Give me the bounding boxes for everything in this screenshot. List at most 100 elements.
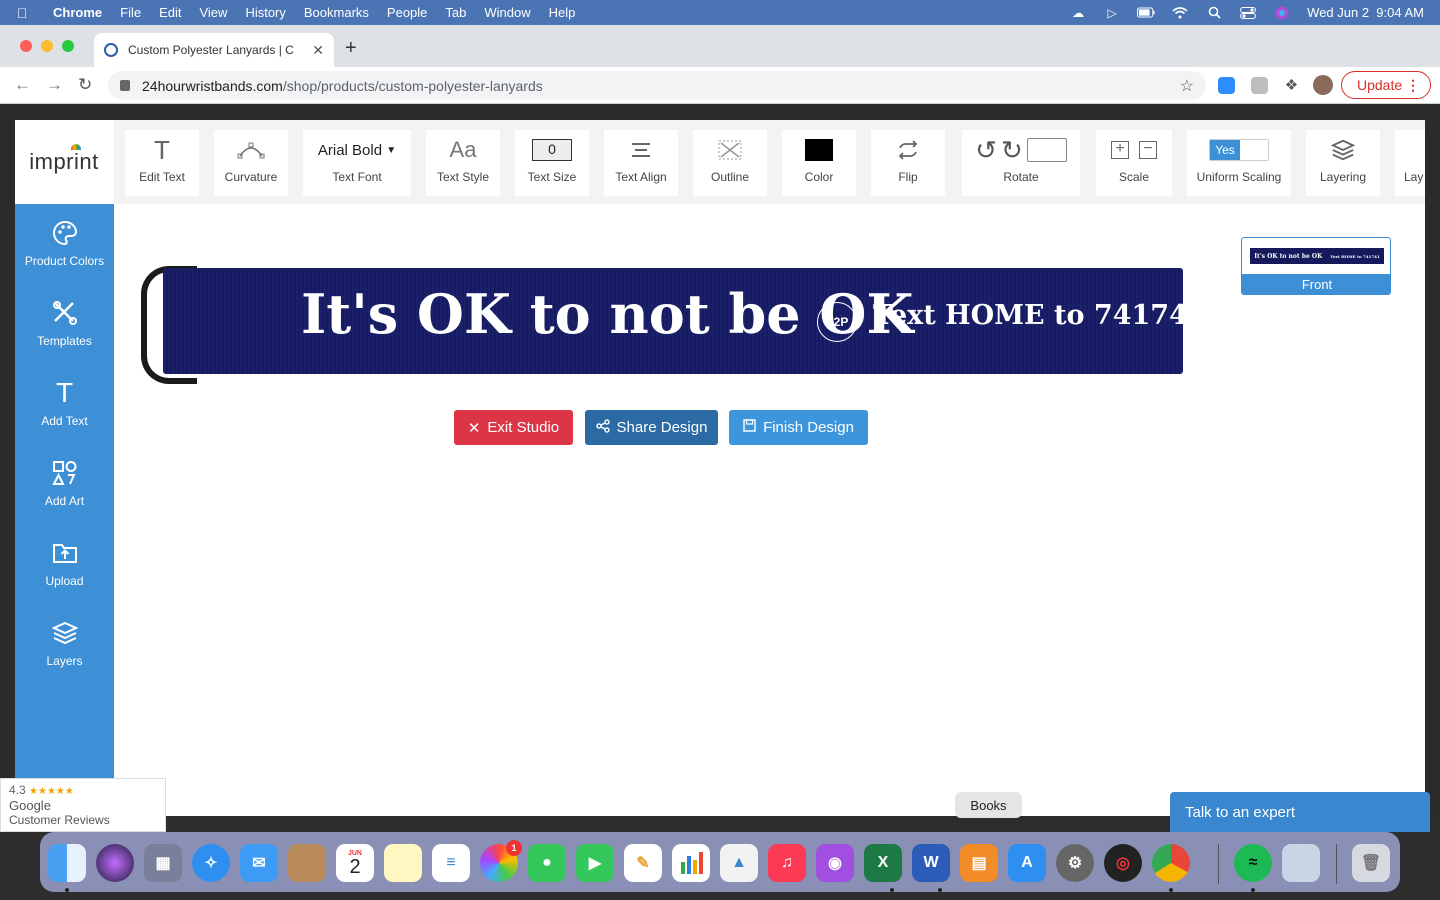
photos-icon[interactable]: 1 bbox=[480, 840, 522, 882]
lanyard-side-text[interactable]: Text HOME to 741741 bbox=[873, 300, 1207, 331]
zoom-window-button[interactable] bbox=[62, 40, 74, 52]
text-size-input[interactable]: 0 bbox=[532, 139, 572, 161]
menu-file[interactable]: File bbox=[111, 5, 150, 20]
rotate-input[interactable] bbox=[1026, 138, 1067, 162]
chrome-icon[interactable] bbox=[1152, 844, 1190, 882]
menu-history[interactable]: History bbox=[236, 5, 294, 20]
back-arrow-icon[interactable]: ← bbox=[14, 75, 31, 95]
close-tab-icon[interactable]: ✕ bbox=[312, 42, 324, 59]
contacts-icon[interactable] bbox=[288, 844, 326, 882]
menu-window[interactable]: Window bbox=[475, 5, 539, 20]
talk-to-expert-chat[interactable]: Talk to an expert bbox=[1170, 792, 1430, 832]
play-icon[interactable]: ▷ bbox=[1103, 6, 1121, 20]
launchpad-icon[interactable]: ▦ bbox=[144, 844, 182, 882]
notes-icon[interactable] bbox=[384, 844, 422, 882]
rotate-left-icon[interactable]: ↺ bbox=[975, 135, 997, 166]
lanyard-canvas[interactable]: It's OK to not be OK P2P Text HOME to 74… bbox=[135, 264, 1207, 394]
menu-view[interactable]: View bbox=[190, 5, 236, 20]
scale-tool[interactable]: + − Scale bbox=[1096, 130, 1172, 196]
calendar-icon[interactable]: JUN 2 bbox=[336, 844, 374, 882]
cloud-icon[interactable]: ☁ bbox=[1069, 6, 1087, 20]
apple-menu-icon[interactable]:  bbox=[0, 5, 44, 21]
font-select[interactable]: Arial Bold ▼ bbox=[303, 130, 411, 170]
imprint-logo[interactable]: imprint bbox=[15, 120, 113, 204]
menu-app-name[interactable]: Chrome bbox=[44, 5, 111, 20]
menu-clock[interactable]: Wed Jun 2 9:04 AM bbox=[1307, 5, 1424, 20]
system-preferences-icon[interactable]: ⚙ bbox=[1056, 844, 1094, 882]
exit-studio-button[interactable]: ✕ Exit Studio bbox=[454, 410, 573, 445]
menu-tab[interactable]: Tab bbox=[436, 5, 475, 20]
sidebar-item-layers[interactable]: Layers bbox=[15, 616, 114, 686]
google-reviews-badge[interactable]: 4.3 ★★★★★ Google Customer Reviews bbox=[0, 778, 166, 832]
share-design-button[interactable]: Share Design bbox=[585, 410, 718, 445]
keynote-icon[interactable]: ▲ bbox=[720, 844, 758, 882]
new-tab-icon[interactable]: + bbox=[345, 37, 357, 60]
finish-design-button[interactable]: Finish Design bbox=[729, 410, 868, 445]
layering-tool[interactable]: Layering bbox=[1306, 130, 1380, 196]
numbers-icon[interactable] bbox=[672, 844, 710, 882]
minimize-window-button[interactable] bbox=[41, 40, 53, 52]
books-icon[interactable]: ▤ bbox=[960, 844, 998, 882]
menu-bookmarks[interactable]: Bookmarks bbox=[295, 5, 378, 20]
scale-up-icon[interactable]: + bbox=[1111, 141, 1129, 159]
p2p-logo[interactable]: P2P bbox=[817, 302, 857, 342]
close-window-button[interactable] bbox=[20, 40, 32, 52]
uniform-scaling-toggle[interactable]: Yes bbox=[1209, 139, 1269, 161]
pages-icon[interactable]: ✎ bbox=[624, 844, 662, 882]
sidebar-item-upload[interactable]: Upload bbox=[15, 536, 114, 606]
instruments-icon[interactable]: ◎ bbox=[1104, 844, 1142, 882]
preview-window-icon[interactable] bbox=[1282, 844, 1320, 882]
curvature-tool[interactable]: Curvature bbox=[214, 130, 288, 196]
music-icon[interactable]: ♫ bbox=[768, 844, 806, 882]
mail-icon[interactable]: ✉ bbox=[240, 844, 278, 882]
rotate-right-icon[interactable]: ↻ bbox=[1001, 135, 1023, 166]
sidebar-item-add-text[interactable]: T Add Text bbox=[15, 376, 114, 446]
text-size-tool[interactable]: 0 Text Size bbox=[515, 130, 589, 196]
more-menu-icon[interactable]: ⋮ bbox=[1406, 77, 1420, 94]
word-icon[interactable]: W bbox=[912, 844, 950, 882]
lanyard-strap[interactable]: It's OK to not be OK P2P Text HOME to 74… bbox=[163, 268, 1207, 374]
extensions-puzzle-icon[interactable]: ❖ bbox=[1283, 77, 1300, 94]
sidebar-item-product-colors[interactable]: Product Colors bbox=[15, 216, 114, 286]
update-chrome-button[interactable]: Update ⋮ bbox=[1341, 71, 1431, 99]
messages-icon[interactable]: ● bbox=[528, 844, 566, 882]
rotate-tool[interactable]: ↺ ↻ Rotate bbox=[962, 130, 1080, 196]
siri-icon[interactable] bbox=[1273, 6, 1291, 20]
podcasts-icon[interactable]: ◉ bbox=[816, 844, 854, 882]
browser-tab[interactable]: Custom Polyester Lanyards | C ✕ bbox=[94, 33, 334, 67]
wifi-icon[interactable] bbox=[1171, 6, 1189, 20]
sidebar-item-add-art[interactable]: Add Art bbox=[15, 456, 114, 526]
trash-icon[interactable]: 🗑 bbox=[1352, 844, 1390, 882]
outline-tool[interactable]: Outline bbox=[693, 130, 767, 196]
profile-avatar[interactable] bbox=[1313, 75, 1333, 95]
safari-icon[interactable]: ✧ bbox=[192, 844, 230, 882]
edit-text-tool[interactable]: T Edit Text bbox=[125, 130, 199, 196]
reminders-icon[interactable]: ≡ bbox=[432, 844, 470, 882]
menu-people[interactable]: People bbox=[378, 5, 436, 20]
zoom-extension-icon[interactable] bbox=[1218, 77, 1235, 94]
menu-help[interactable]: Help bbox=[540, 5, 585, 20]
finder-icon[interactable] bbox=[48, 844, 86, 882]
siri-app-icon[interactable] bbox=[96, 844, 134, 882]
bookmark-star-icon[interactable]: ☆ bbox=[1180, 76, 1194, 96]
control-center-icon[interactable] bbox=[1239, 6, 1257, 20]
app-store-icon[interactable]: A bbox=[1008, 844, 1046, 882]
forward-arrow-icon[interactable]: → bbox=[46, 75, 63, 95]
battery-icon[interactable] bbox=[1137, 6, 1155, 20]
extension-icon[interactable] bbox=[1251, 77, 1268, 94]
reload-icon[interactable]: ↻ bbox=[78, 75, 92, 95]
facetime-icon[interactable]: ▶ bbox=[576, 844, 614, 882]
text-font-tool[interactable]: Arial Bold ▼ Text Font bbox=[303, 130, 411, 196]
front-preview-thumbnail[interactable]: It's OK to not be OK Text HOME to 741741… bbox=[1241, 237, 1391, 295]
flip-tool[interactable]: Flip bbox=[871, 130, 945, 196]
url-field[interactable]: 24hourwristbands.com/shop/products/custo… bbox=[108, 71, 1206, 100]
color-swatch[interactable] bbox=[805, 139, 833, 161]
scale-down-icon[interactable]: − bbox=[1139, 141, 1157, 159]
spotlight-search-icon[interactable] bbox=[1205, 6, 1223, 20]
text-align-tool[interactable]: Text Align bbox=[604, 130, 678, 196]
uniform-scaling-tool[interactable]: Yes Uniform Scaling bbox=[1187, 130, 1291, 196]
spotify-icon[interactable]: ≈ bbox=[1234, 844, 1272, 882]
color-tool[interactable]: Color bbox=[782, 130, 856, 196]
menu-edit[interactable]: Edit bbox=[150, 5, 190, 20]
text-style-tool[interactable]: Aa Text Style bbox=[426, 130, 500, 196]
